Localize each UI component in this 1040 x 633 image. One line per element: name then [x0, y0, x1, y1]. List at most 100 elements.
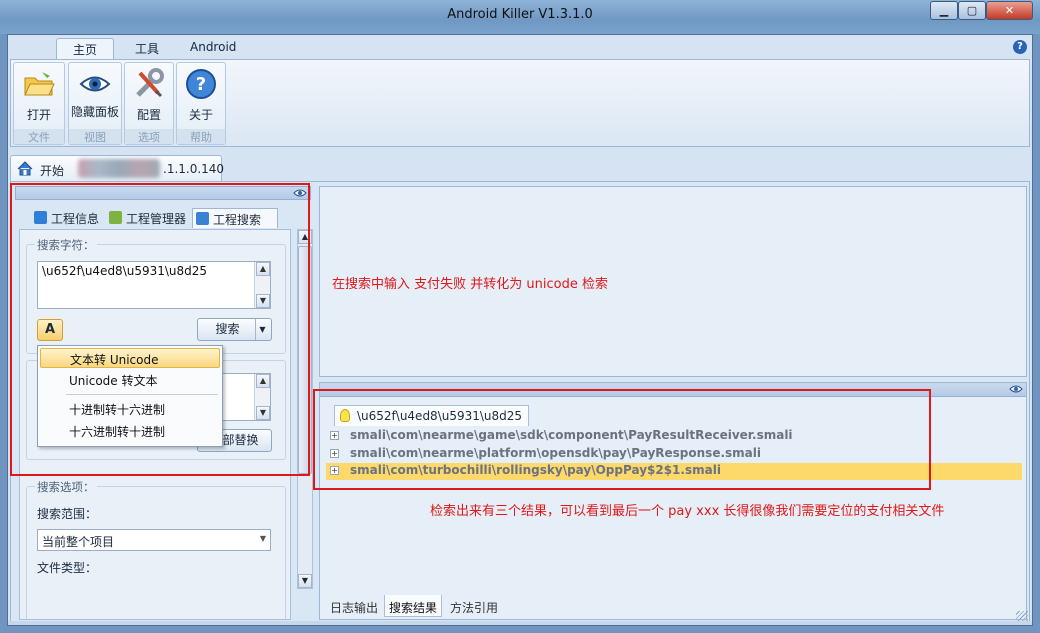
scroll-thumb[interactable] [298, 246, 312, 474]
tab-home[interactable]: 主页 [56, 38, 114, 59]
editor-panel: 在搜索中输入 支付失败 并转化为 unicode 检索 [319, 186, 1027, 377]
expand-icon[interactable]: + [330, 466, 339, 475]
range-label: 搜索范围： [37, 507, 98, 521]
range-select-value: 当前整个项目 [42, 535, 115, 549]
help-icon[interactable]: ? [1013, 40, 1027, 54]
annotation-top: 在搜索中输入 支付失败 并转化为 unicode 检索 [332, 277, 608, 292]
svg-text:?: ? [196, 74, 206, 95]
tab-method-references[interactable]: 方法引用 [446, 595, 502, 617]
ribbon-tab-row: 主页 工具 Android ? [8, 35, 1032, 59]
window-title: Android Killer V1.3.1.0 [447, 7, 593, 22]
tab-project-manager[interactable]: 工程管理器 [106, 208, 192, 228]
expand-icon[interactable]: + [330, 449, 339, 458]
result-path: smali\com\turbochilli\rollingsky\pay\Opp… [350, 463, 721, 477]
left-panel-scrollbar[interactable]: ▲ ▼ [297, 229, 313, 589]
results-panel: \u652f\u4ed8\u5931\u8d25 + smali\com\nea… [319, 382, 1027, 620]
hide-panel-button[interactable]: 隐藏面板 [71, 65, 119, 127]
options-legend: 搜索选项： [35, 479, 97, 495]
scroll-down-icon[interactable]: ▼ [298, 574, 312, 588]
folder-open-icon [24, 72, 55, 96]
open-button[interactable]: 打开 [16, 65, 62, 127]
menu-item-text-to-unicode[interactable]: 文本转 Unicode [40, 348, 220, 368]
search-input-value: \u652f\u4ed8\u5931\u8d25 [42, 264, 208, 278]
ribbon-group-file: 打开 文件 [13, 62, 65, 145]
config-button[interactable]: 配置 [127, 65, 171, 127]
menu-item-unicode-to-text[interactable]: Unicode 转文本 [40, 370, 220, 390]
close-button[interactable]: ✕ [986, 1, 1033, 20]
tab-project-search-label: 工程搜索 [213, 213, 262, 227]
menu-item-hex-to-dec[interactable]: 十六进制转十进制 [40, 421, 220, 441]
ribbon-group-view: 隐藏面板 视图 [68, 62, 122, 145]
group-file-label: 文件 [14, 129, 64, 144]
wrench-screwdriver-icon [136, 68, 164, 98]
project-version: .1.1.0.140 [163, 162, 225, 176]
scroll-up-icon[interactable]: ▲ [256, 374, 270, 388]
search-group: 搜索字符： \u652f\u4ed8\u5931\u8d25 ▲ ▼ A 搜索 … [26, 237, 286, 354]
result-row[interactable]: + smali\com\nearme\platform\opensdk\pay\… [326, 446, 1022, 463]
scroll-up-icon[interactable]: ▲ [256, 262, 270, 276]
filetype-label: 文件类型： [37, 561, 98, 575]
tab-log-output[interactable]: 日志输出 [326, 595, 382, 617]
group-help-label: 帮助 [177, 129, 225, 144]
scroll-up-icon[interactable]: ▲ [298, 230, 312, 244]
left-panel-header [15, 186, 311, 200]
menu-item-dec-to-hex[interactable]: 十进制转十六进制 [40, 399, 220, 419]
close-icon: ✕ [1004, 4, 1015, 17]
help-icon: ? [186, 69, 216, 99]
resize-grip[interactable] [1016, 611, 1028, 621]
eye-icon[interactable] [1009, 384, 1023, 394]
result-row-selected[interactable]: + smali\com\turbochilli\rollingsky\pay\O… [326, 463, 1022, 480]
search-legend: 搜索字符： [35, 237, 97, 253]
tab-tools[interactable]: 工具 [121, 38, 173, 59]
annotation-bottom: 检索出来有三个结果，可以看到最后一个 pay xxx 长得很像我们需要定位的支付… [430, 504, 945, 519]
expand-icon[interactable]: + [330, 431, 339, 440]
hide-panel-label: 隐藏面板 [71, 105, 120, 119]
about-button[interactable]: ? 关于 [179, 65, 223, 127]
minimize-button[interactable]: ▁ [930, 1, 958, 20]
home-label: 开始 [40, 164, 65, 178]
status-bar [8, 621, 1032, 625]
ribbon-group-help: ? 关于 帮助 [176, 62, 226, 145]
tab-android[interactable]: Android [176, 38, 250, 59]
range-select[interactable]: 当前整个项目 ▼ [37, 529, 271, 551]
home-icon [17, 161, 33, 176]
info-icon [34, 211, 47, 224]
scroll-down-icon[interactable]: ▼ [256, 406, 270, 420]
ribbon-group-options: 配置 选项 [124, 62, 174, 145]
search-options-group: 搜索选项： 搜索范围： 当前整个项目 ▼ 文件类型： [26, 479, 286, 619]
search-input-scrollbar[interactable]: ▲ ▼ [254, 262, 270, 308]
menu-separator [66, 394, 218, 395]
android-icon [109, 211, 122, 224]
config-label: 配置 [136, 108, 161, 122]
ribbon: 打开 文件 隐藏面板 视图 配置 选项 ? 关于 帮助 [10, 59, 1030, 147]
maximize-button[interactable]: ▢ [958, 1, 986, 20]
chevron-down-icon: ▼ [259, 534, 266, 543]
lightbulb-icon [340, 409, 350, 422]
tab-project-search[interactable]: 工程搜索 [192, 208, 278, 228]
convert-context-menu: 文本转 Unicode Unicode 转文本 十进制转十六进制 十六进制转十进… [37, 345, 223, 447]
results-tree: + smali\com\nearme\game\sdk\component\Pa… [326, 426, 1022, 576]
tab-project-manager-label: 工程管理器 [126, 212, 187, 226]
open-label: 打开 [26, 108, 51, 122]
tab-project-info[interactable]: 工程信息 [31, 208, 105, 228]
scroll-down-icon[interactable]: ▼ [256, 294, 270, 308]
replace-input-scrollbar[interactable]: ▲ ▼ [254, 374, 270, 420]
search-button[interactable]: 搜索 ▼ [197, 318, 272, 341]
search-input[interactable]: \u652f\u4ed8\u5931\u8d25 ▲ ▼ [37, 261, 271, 309]
group-view-label: 视图 [69, 129, 121, 144]
chevron-down-icon[interactable]: ▼ [255, 319, 269, 340]
search-result-tab[interactable]: \u652f\u4ed8\u5931\u8d25 [334, 405, 530, 426]
maximize-icon: ▢ [966, 4, 978, 17]
eye-icon[interactable] [293, 188, 307, 198]
font-convert-icon: A [44, 322, 56, 337]
result-row[interactable]: + smali\com\nearme\game\sdk\component\Pa… [326, 428, 1022, 445]
tab-search-results[interactable]: 搜索结果 [384, 595, 443, 617]
result-path: smali\com\nearme\platform\opensdk\pay\Pa… [350, 446, 761, 460]
project-tab[interactable]: 开始 .1.1.0.140 [10, 155, 225, 181]
search-icon [196, 212, 209, 225]
eye-icon [79, 76, 111, 92]
blurred-project-name [78, 159, 160, 178]
result-path: smali\com\nearme\game\sdk\component\PayR… [350, 428, 793, 442]
minimize-icon: ▁ [939, 4, 949, 17]
text-convert-button[interactable]: A [37, 319, 63, 341]
